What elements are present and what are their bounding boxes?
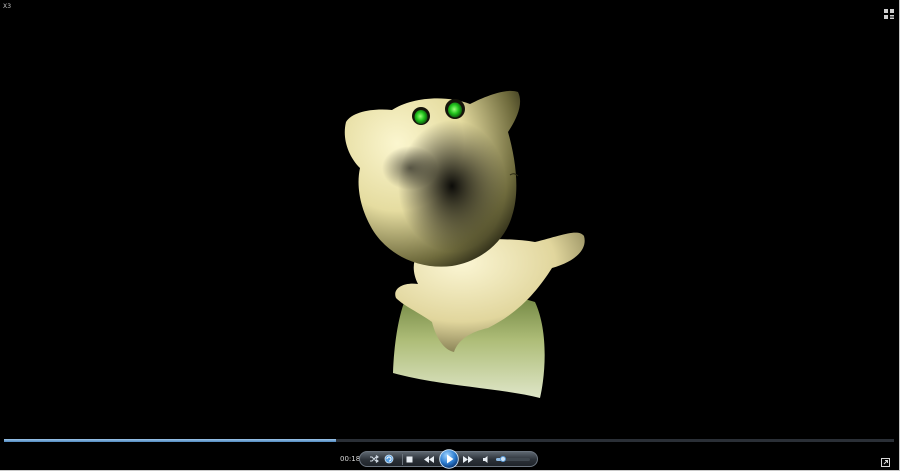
media-player-window: X3 00:18 bbox=[0, 0, 900, 471]
video-frame[interactable] bbox=[0, 14, 899, 434]
shuffle-icon[interactable] bbox=[369, 454, 379, 464]
fullscreen-icon[interactable] bbox=[881, 452, 890, 467]
seek-bar-progress bbox=[4, 439, 336, 442]
previous-icon[interactable] bbox=[423, 455, 435, 464]
stop-icon[interactable] bbox=[405, 455, 414, 464]
play-icon bbox=[439, 449, 459, 469]
next-icon[interactable] bbox=[462, 455, 474, 464]
video-content-figure bbox=[344, 90, 585, 398]
window-title: X3 bbox=[3, 3, 12, 10]
volume-slider-thumb[interactable] bbox=[499, 456, 506, 462]
transport-divider bbox=[402, 454, 403, 465]
play-button[interactable] bbox=[439, 449, 459, 469]
repeat-icon[interactable] bbox=[384, 454, 394, 464]
elapsed-time: 00:18 bbox=[340, 455, 361, 463]
volume-slider[interactable] bbox=[496, 456, 530, 462]
speaker-icon[interactable] bbox=[482, 455, 491, 464]
switch-to-library-icon[interactable] bbox=[884, 4, 894, 19]
transport-controls bbox=[359, 449, 538, 469]
seek-bar[interactable] bbox=[4, 439, 894, 442]
